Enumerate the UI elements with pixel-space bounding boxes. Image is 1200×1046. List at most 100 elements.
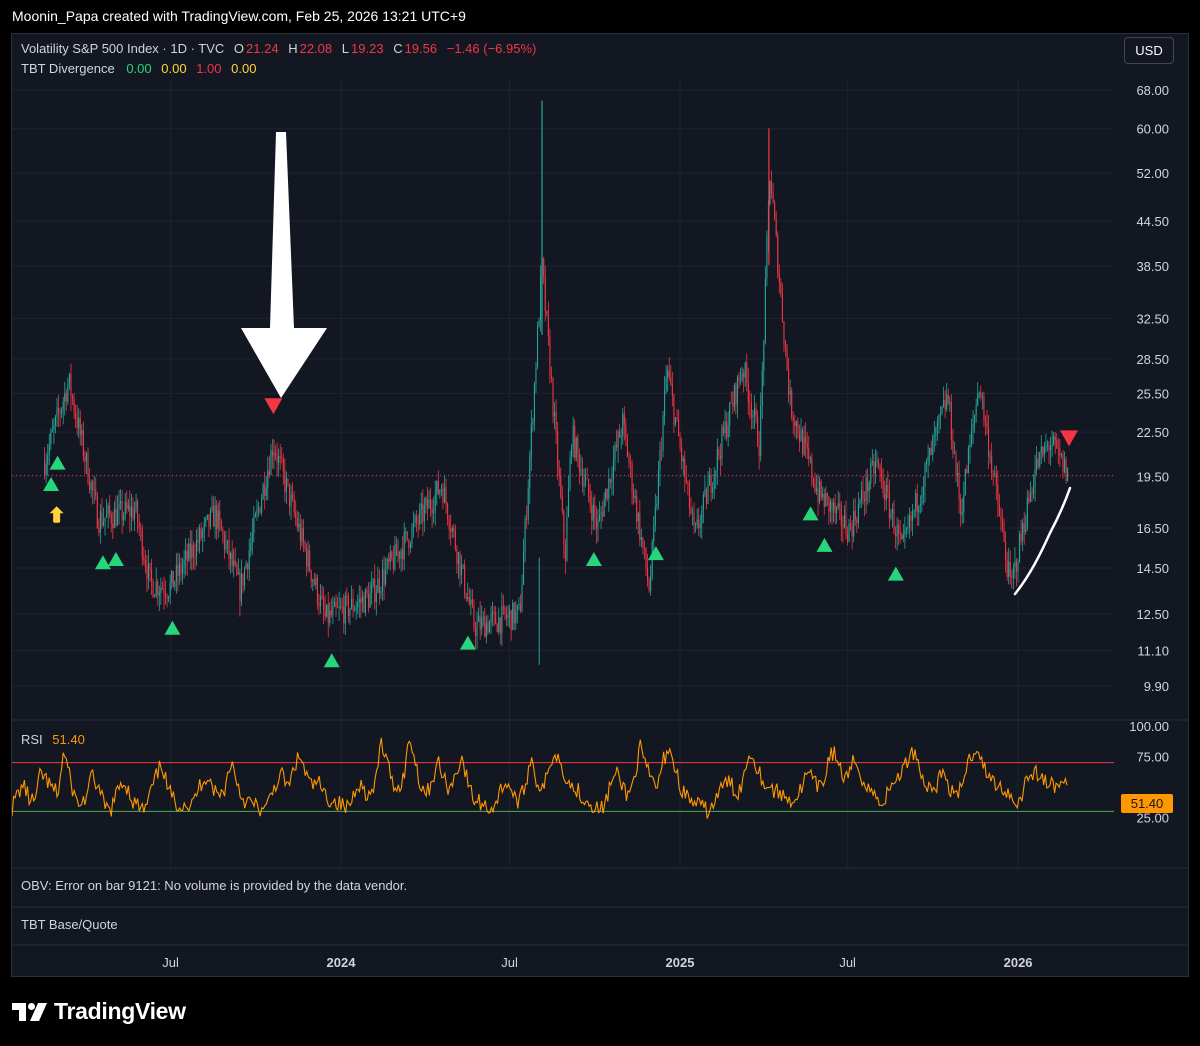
- candle-body: [856, 520, 858, 524]
- candle-body: [789, 390, 791, 395]
- candle-body: [1001, 521, 1004, 529]
- candle-body: [417, 522, 419, 525]
- candle-body: [507, 614, 509, 619]
- candle-body: [918, 505, 920, 513]
- candle-body: [668, 370, 670, 378]
- candle-body: [76, 418, 78, 429]
- candle-body: [295, 511, 297, 518]
- price-series: [44, 100, 1069, 665]
- candle-body: [623, 413, 625, 426]
- candle-body: [741, 373, 743, 380]
- candle-body: [673, 395, 675, 425]
- candle-body: [1017, 562, 1019, 572]
- candle-body: [687, 482, 689, 483]
- candle-body: [310, 570, 312, 582]
- candle-body: [166, 596, 168, 598]
- candle-body: [61, 409, 63, 414]
- uptrend-curve-annotation: [1013, 486, 1072, 596]
- candle-body: [87, 453, 89, 483]
- candle-body: [664, 390, 666, 416]
- candle-body: [298, 523, 300, 528]
- indicator-name[interactable]: TBT Divergence: [21, 61, 115, 76]
- candle-body: [860, 490, 863, 501]
- candle-body: [343, 606, 345, 624]
- candle-body: [939, 412, 942, 415]
- candle-body: [693, 512, 695, 525]
- tbt-base-quote-label[interactable]: TBT Base/Quote: [21, 917, 118, 932]
- candle-body: [602, 512, 604, 517]
- candle-body: [324, 609, 326, 617]
- candle-body: [671, 384, 673, 396]
- candle-body: [1000, 516, 1002, 522]
- candle-body: [653, 525, 655, 543]
- candle-body: [581, 469, 584, 486]
- candle-body: [549, 336, 551, 377]
- candle-body: [93, 489, 95, 490]
- candle-body: [518, 603, 520, 605]
- candle-body: [667, 370, 669, 378]
- candle-body: [716, 449, 718, 471]
- candle-body: [265, 487, 267, 496]
- candle-body: [293, 498, 295, 512]
- candle-body: [682, 458, 684, 462]
- bullish-divergence-marker: [164, 620, 181, 635]
- symbol-name[interactable]: Volatility S&P 500 Index · 1D · TVC: [21, 41, 224, 56]
- candle-body: [854, 510, 856, 521]
- candle-body: [341, 606, 343, 608]
- currency-button[interactable]: USD: [1124, 37, 1174, 64]
- candle-body: [752, 415, 754, 417]
- obv-error-message: OBV: Error on bar 9121: No volume is pro…: [21, 878, 408, 893]
- candle-body: [850, 523, 852, 527]
- candle-body: [59, 412, 61, 414]
- tradingview-logo[interactable]: TradingView: [12, 998, 186, 1025]
- price-axis-tick-label: 9.90: [1144, 679, 1169, 694]
- close-value: 19.56: [404, 41, 438, 56]
- candle-body: [225, 543, 227, 550]
- candle-body: [633, 492, 635, 499]
- candle-body: [45, 463, 47, 476]
- down-arrow-annotation: [241, 132, 327, 398]
- candle-body: [1019, 533, 1021, 563]
- bullish-divergence-marker: [107, 552, 124, 567]
- candle-body: [206, 514, 208, 519]
- candle-body: [930, 448, 932, 455]
- candle-body: [499, 617, 501, 634]
- candle-body: [95, 489, 97, 496]
- candle-body: [899, 533, 901, 535]
- candle-body: [780, 282, 782, 294]
- candle-body: [774, 202, 776, 219]
- candle-body: [433, 511, 435, 513]
- candle-body: [629, 462, 632, 464]
- rsi-label[interactable]: RSI: [21, 732, 43, 747]
- candle-body: [476, 621, 478, 637]
- candle-body: [1067, 467, 1069, 482]
- candle-body: [113, 508, 115, 528]
- candle-body: [650, 576, 652, 592]
- candle-body: [129, 505, 131, 517]
- time-axis-tick-label: 2026: [1004, 955, 1033, 970]
- candle-body: [588, 479, 590, 495]
- candle-body: [747, 381, 749, 403]
- candle-body: [842, 525, 844, 528]
- candle-body: [1051, 444, 1053, 446]
- candle-body: [760, 406, 762, 457]
- candle-body: [1025, 528, 1027, 532]
- candle-body: [262, 484, 264, 500]
- candle-body: [321, 595, 323, 598]
- price-axis-tick-label: 52.00: [1136, 166, 1169, 181]
- candle-body: [157, 581, 159, 596]
- candle-body: [516, 604, 518, 611]
- candle-body: [750, 404, 752, 417]
- candle-body: [974, 414, 976, 424]
- candle-body: [168, 596, 170, 598]
- candle-body: [853, 510, 855, 537]
- candle-body: [273, 452, 275, 457]
- candle-body: [479, 615, 481, 630]
- candle-body: [394, 544, 396, 570]
- candle-body: [363, 596, 365, 613]
- candle-body: [738, 376, 740, 381]
- candle-body: [901, 534, 903, 539]
- candle-body: [1048, 445, 1050, 451]
- candle-body: [540, 276, 542, 322]
- candle-body: [864, 498, 866, 501]
